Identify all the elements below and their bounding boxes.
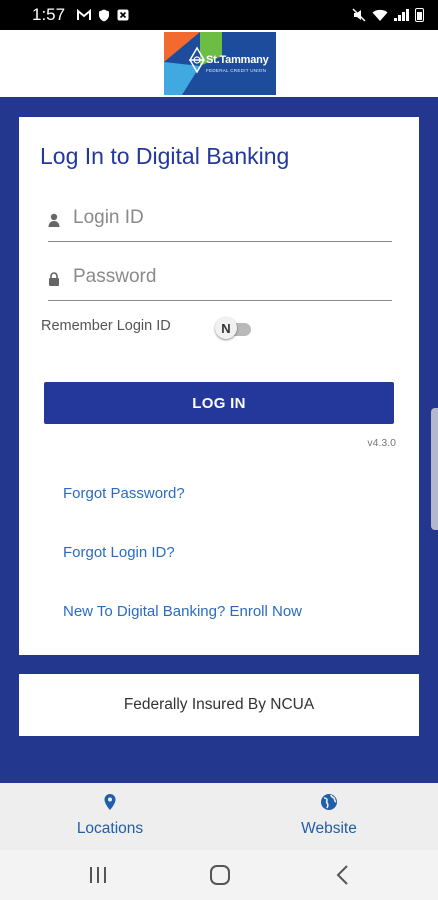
mute-icon <box>352 8 366 22</box>
logo-subtitle: FEDERAL CREDIT UNION <box>206 68 267 73</box>
tab-website-label: Website <box>301 820 357 837</box>
tab-website[interactable]: Website <box>269 783 389 850</box>
logo-name: St.Tammany <box>206 54 269 66</box>
remember-login-label: Remember Login ID <box>41 318 171 334</box>
home-icon[interactable] <box>208 864 232 886</box>
location-pin-icon <box>104 794 116 810</box>
edge-panel-handle[interactable] <box>431 408 438 530</box>
version-label: v4.3.0 <box>367 437 396 449</box>
recent-apps-icon[interactable] <box>86 864 110 886</box>
wifi-icon <box>372 9 388 21</box>
square-x-icon <box>117 9 129 21</box>
login-id-input[interactable] <box>71 206 385 230</box>
globe-icon <box>321 794 337 810</box>
login-card: Log In to Digital Banking Remember Login… <box>19 117 419 655</box>
lock-icon <box>49 272 59 286</box>
tab-locations[interactable]: Locations <box>50 783 170 850</box>
forgot-password-link[interactable]: Forgot Password? <box>63 485 185 502</box>
status-time: 1:57 <box>32 5 66 24</box>
signal-icon <box>394 9 409 21</box>
credit-union-logo: St.Tammany FEDERAL CREDIT UNION <box>164 32 276 95</box>
tab-locations-label: Locations <box>76 820 144 837</box>
toggle-knob: N <box>215 317 237 339</box>
battery-icon <box>415 8 424 22</box>
status-bar: 1:57 <box>0 0 438 30</box>
remember-login-toggle[interactable]: N <box>215 317 253 339</box>
forgot-login-id-link[interactable]: Forgot Login ID? <box>63 544 175 561</box>
user-icon <box>48 213 60 227</box>
login-button[interactable]: LOG IN <box>44 382 394 424</box>
password-field <box>48 260 392 301</box>
shield-icon <box>99 9 110 21</box>
system-icons <box>352 8 424 22</box>
password-input[interactable] <box>71 265 385 289</box>
back-icon[interactable] <box>332 864 356 886</box>
gmail-icon <box>77 9 92 20</box>
system-nav-bar <box>0 850 438 900</box>
bottom-tab-bar: Locations Website <box>0 783 438 850</box>
enroll-link[interactable]: New To Digital Banking? Enroll Now <box>63 603 302 620</box>
ncua-card: Federally Insured By NCUA <box>19 674 419 736</box>
page-title: Log In to Digital Banking <box>40 143 290 169</box>
ncua-notice: Federally Insured By NCUA <box>123 696 315 713</box>
notification-icons <box>77 9 129 22</box>
login-id-field <box>48 201 392 242</box>
